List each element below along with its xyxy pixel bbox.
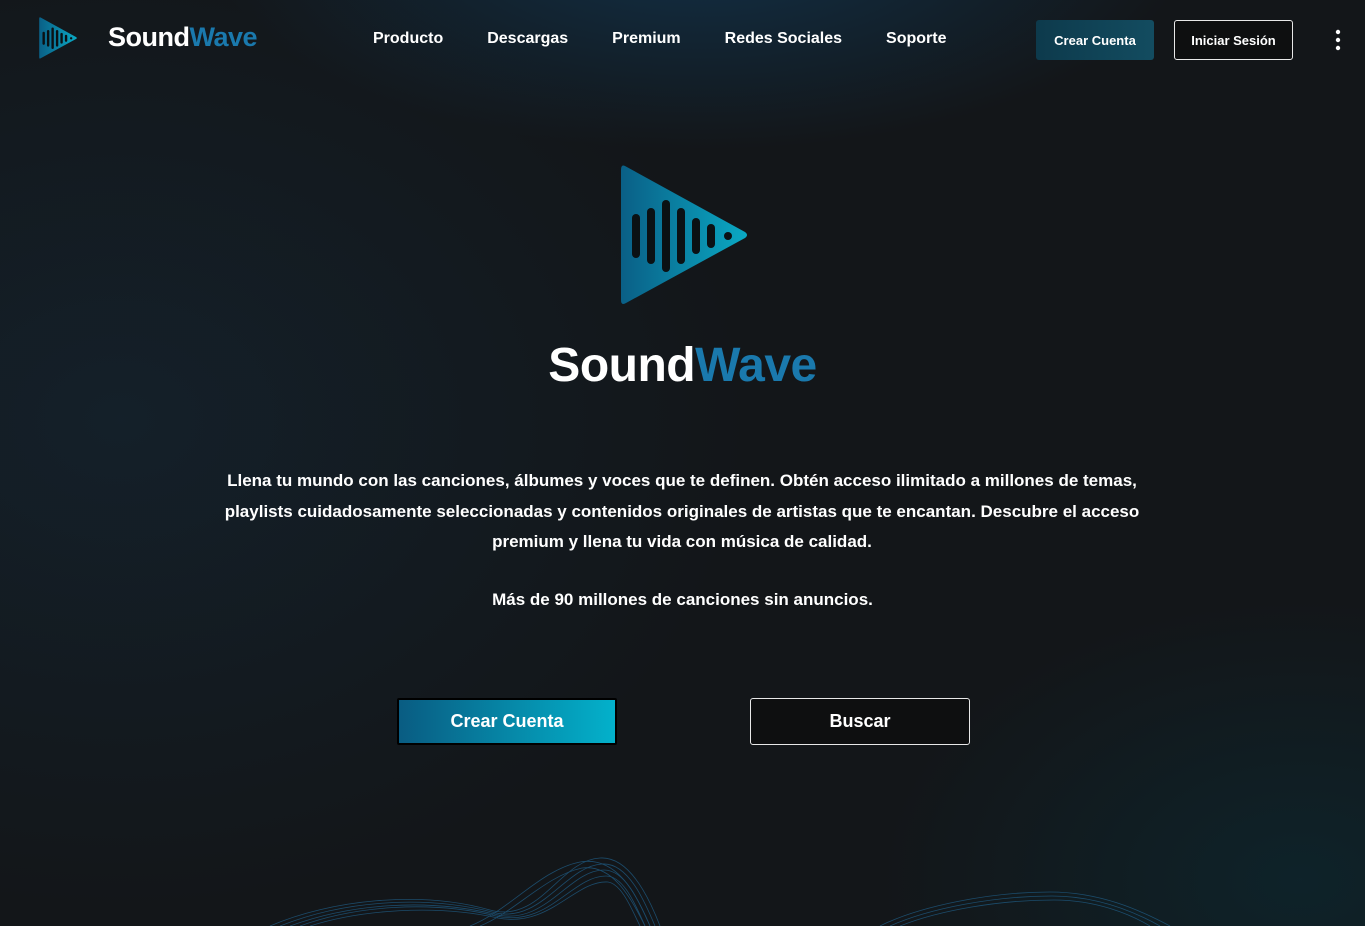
hero-brand-title: SoundWave <box>0 338 1365 393</box>
navbar: SoundWave Producto Descargas Premium Red… <box>0 0 1365 80</box>
play-soundwave-icon <box>621 165 747 304</box>
nav-login-button[interactable]: Iniciar Sesión <box>1174 20 1293 60</box>
hero-brand-part-wave: Wave <box>695 339 817 392</box>
hero-search-button[interactable]: Buscar <box>750 698 970 745</box>
play-soundwave-icon[interactable] <box>38 16 78 60</box>
more-vertical-icon[interactable] <box>1328 28 1348 52</box>
nav-links: Producto Descargas Premium Redes Sociale… <box>373 30 947 48</box>
hero-description: Llena tu mundo con las canciones, álbume… <box>224 471 1140 551</box>
hero-signup-button[interactable]: Crear Cuenta <box>397 698 617 745</box>
nav-signup-button[interactable]: Crear Cuenta <box>1036 20 1154 60</box>
nav-link-soporte[interactable]: Soporte <box>886 30 946 48</box>
hero-tagline: Más de 90 millones de canciones sin anun… <box>492 590 873 609</box>
brand-logo-text[interactable]: SoundWave <box>108 22 258 53</box>
hero-brand-part-sound: Sound <box>548 339 696 392</box>
nav-link-producto[interactable]: Producto <box>373 30 443 48</box>
decorative-waves <box>269 857 1171 926</box>
brand-part-sound: Sound <box>108 22 190 52</box>
nav-link-descargas[interactable]: Descargas <box>487 30 568 48</box>
nav-link-premium[interactable]: Premium <box>612 30 680 48</box>
brand-part-wave: Wave <box>189 22 258 52</box>
nav-link-redes-sociales[interactable]: Redes Sociales <box>725 30 842 48</box>
